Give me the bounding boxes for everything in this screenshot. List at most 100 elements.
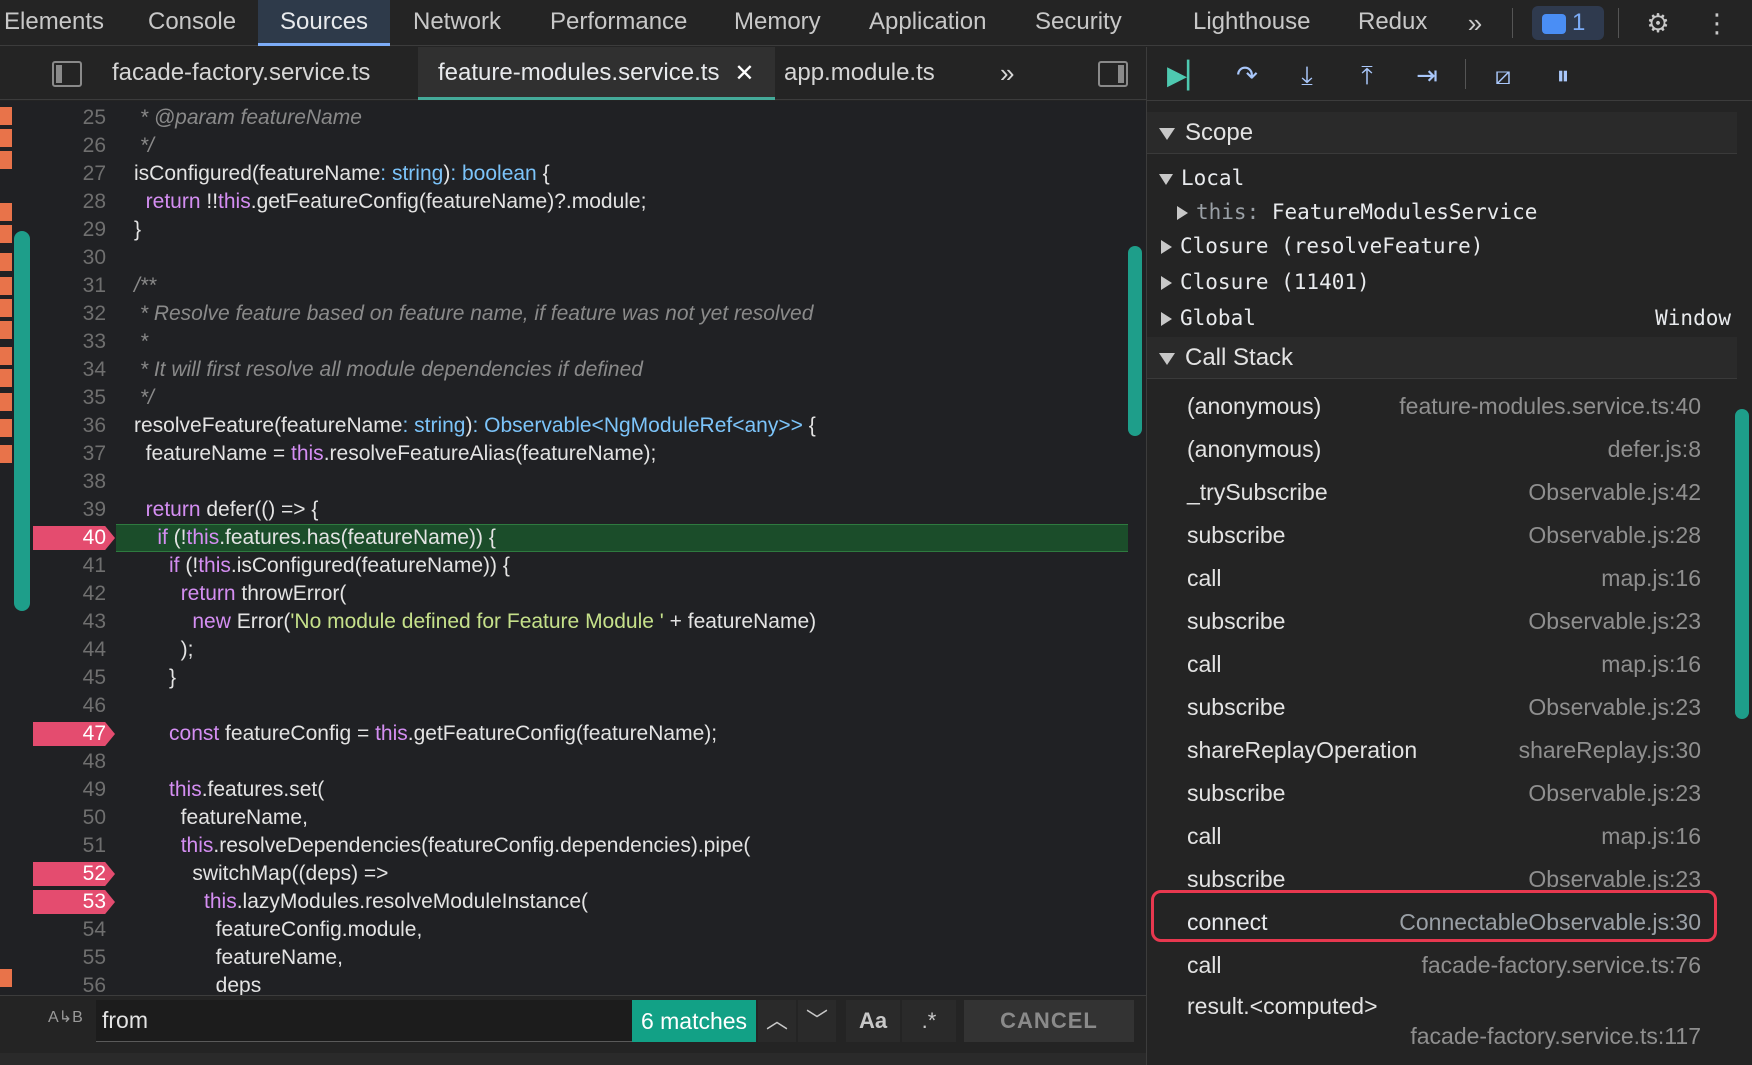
call-stack-frame[interactable]: subscribe Observable.js:28: [1147, 514, 1737, 557]
close-tab-icon[interactable]: ✕: [729, 59, 759, 89]
code-line[interactable]: 30: [0, 244, 1128, 272]
frame-location[interactable]: map.js:16: [1601, 815, 1701, 858]
file-tab-feature-modules[interactable]: feature-modules.service.ts ✕: [418, 47, 776, 100]
frame-location[interactable]: Observable.js:23: [1528, 772, 1701, 815]
tab-sources[interactable]: Sources: [258, 0, 391, 46]
line-number[interactable]: 46: [34, 692, 106, 720]
code-line[interactable]: 40 if (!this.features.has(featureName)) …: [0, 524, 1128, 552]
code-line[interactable]: 32 * Resolve feature based on feature na…: [0, 300, 1128, 328]
code-line[interactable]: 33 *: [0, 328, 1128, 356]
code-line[interactable]: 52 switchMap((deps) =>: [0, 860, 1128, 888]
frame-location[interactable]: Observable.js:28: [1528, 514, 1701, 557]
call-stack-frame[interactable]: call map.js:16: [1147, 643, 1737, 686]
line-number[interactable]: 42: [34, 580, 106, 608]
line-number[interactable]: 43: [34, 608, 106, 636]
step-over-icon[interactable]: ↷: [1227, 59, 1267, 91]
frame-location[interactable]: map.js:16: [1601, 643, 1701, 686]
code-line[interactable]: 46: [0, 692, 1128, 720]
match-case-button[interactable]: Aa: [846, 1000, 900, 1042]
line-number[interactable]: 49: [34, 776, 106, 804]
frame-location[interactable]: facade-factory.service.ts:117: [1410, 1021, 1701, 1051]
next-match-button[interactable]: ﹀: [798, 1000, 836, 1042]
tab-application[interactable]: Application: [869, 0, 986, 46]
code-line[interactable]: 48: [0, 748, 1128, 776]
line-number[interactable]: 28: [34, 188, 106, 216]
line-number[interactable]: 56: [34, 972, 106, 995]
call-stack-frame[interactable]: result.<computed> facade-factory.service.…: [1147, 987, 1737, 1057]
line-number[interactable]: 52: [34, 860, 106, 888]
scope-local[interactable]: Local: [1147, 161, 1737, 195]
line-number[interactable]: 34: [34, 356, 106, 384]
code-line[interactable]: 47 const featureConfig = this.getFeature…: [0, 720, 1128, 748]
call-stack-frame[interactable]: call map.js:16: [1147, 815, 1737, 858]
code-line[interactable]: 27 isConfigured(featureName: string): boo…: [0, 160, 1128, 188]
deactivate-breakpoints-icon[interactable]: ⧄: [1483, 59, 1523, 91]
code-line[interactable]: 25 * @param featureName: [0, 104, 1128, 132]
code-line[interactable]: 43 new Error('No module defined for Feat…: [0, 608, 1128, 636]
line-number[interactable]: 44: [34, 636, 106, 664]
tab-performance[interactable]: Performance: [550, 0, 687, 46]
tab-redux[interactable]: Redux: [1358, 0, 1427, 46]
line-number[interactable]: 47: [34, 720, 106, 748]
code-editor[interactable]: 25 * @param featureName 26 */27 isConfigur…: [0, 101, 1146, 995]
call-stack-frame[interactable]: (anonymous) defer.js:8: [1147, 428, 1737, 471]
frame-location[interactable]: feature-modules.service.ts:40: [1399, 385, 1701, 428]
code-line[interactable]: 34 * It will first resolve all module de…: [0, 356, 1128, 384]
code-line[interactable]: 44 );: [0, 636, 1128, 664]
toggle-navigator-icon[interactable]: [52, 61, 82, 87]
replace-toggle-icon[interactable]: A↳B: [48, 1010, 83, 1026]
code-line[interactable]: 38: [0, 468, 1128, 496]
line-number[interactable]: 40: [34, 524, 106, 552]
issues-badge[interactable]: 1: [1532, 6, 1604, 40]
call-stack-frame[interactable]: call map.js:16: [1147, 557, 1737, 600]
frame-location[interactable]: Observable.js:23: [1528, 600, 1701, 643]
code-line[interactable]: 35 */: [0, 384, 1128, 412]
line-number[interactable]: 39: [34, 496, 106, 524]
file-tab-facade-factory[interactable]: facade-factory.service.ts: [112, 47, 370, 100]
kebab-menu-icon[interactable]: ⋮: [1702, 6, 1732, 40]
frame-location[interactable]: Observable.js:23: [1528, 686, 1701, 729]
scope-this[interactable]: this: FeatureModulesService: [1147, 195, 1737, 229]
frame-location[interactable]: facade-factory.service.ts:76: [1421, 944, 1701, 987]
scope-closure-resolve-feature[interactable]: Closure (resolveFeature): [1147, 229, 1737, 263]
editor-scrollbar[interactable]: [1128, 246, 1142, 436]
step-into-icon[interactable]: ⤓: [1287, 59, 1327, 91]
code-line[interactable]: 56 deps: [0, 972, 1128, 995]
call-stack-frame[interactable]: _trySubscribe Observable.js:42: [1147, 471, 1737, 514]
line-number[interactable]: 36: [34, 412, 106, 440]
frame-location[interactable]: map.js:16: [1601, 557, 1701, 600]
line-number[interactable]: 55: [34, 944, 106, 972]
call-stack-frame[interactable]: shareReplayOperation shareReplay.js:30: [1147, 729, 1737, 772]
code-line[interactable]: 42 return throwError(: [0, 580, 1128, 608]
code-line[interactable]: 54 featureConfig.module,: [0, 916, 1128, 944]
code-line[interactable]: 51 this.resolveDependencies(featureConfi…: [0, 832, 1128, 860]
code-line[interactable]: 41 if (!this.isConfigured(featureName)) …: [0, 552, 1128, 580]
scope-global[interactable]: Global Window: [1147, 301, 1737, 335]
frame-location[interactable]: Observable.js:42: [1528, 471, 1701, 514]
more-tabs-icon[interactable]: »: [1458, 6, 1492, 40]
line-number[interactable]: 54: [34, 916, 106, 944]
previous-match-button[interactable]: ︿: [758, 1000, 796, 1042]
file-tab-app-module[interactable]: app.module.ts: [784, 47, 935, 100]
line-number[interactable]: 35: [34, 384, 106, 412]
tab-memory[interactable]: Memory: [734, 0, 821, 46]
line-number[interactable]: 45: [34, 664, 106, 692]
regex-button[interactable]: .*: [902, 1000, 956, 1042]
line-number[interactable]: 31: [34, 272, 106, 300]
code-line[interactable]: 49 this.features.set(: [0, 776, 1128, 804]
more-file-tabs-icon[interactable]: »: [1000, 47, 1014, 100]
line-number[interactable]: 29: [34, 216, 106, 244]
line-number[interactable]: 50: [34, 804, 106, 832]
search-input[interactable]: [96, 1000, 632, 1042]
code-line[interactable]: 45 }: [0, 664, 1128, 692]
line-number[interactable]: 32: [34, 300, 106, 328]
tab-network[interactable]: Network: [413, 0, 501, 46]
step-icon[interactable]: ⇥: [1407, 59, 1447, 91]
cancel-button[interactable]: CANCEL: [964, 1000, 1134, 1042]
resume-icon[interactable]: ▶▏: [1167, 59, 1207, 91]
line-number[interactable]: 30: [34, 244, 106, 272]
code-line[interactable]: 55 featureName,: [0, 944, 1128, 972]
call-stack-frame[interactable]: subscribe Observable.js:23: [1147, 600, 1737, 643]
line-number[interactable]: 26: [34, 132, 106, 160]
code-line[interactable]: 31 /**: [0, 272, 1128, 300]
